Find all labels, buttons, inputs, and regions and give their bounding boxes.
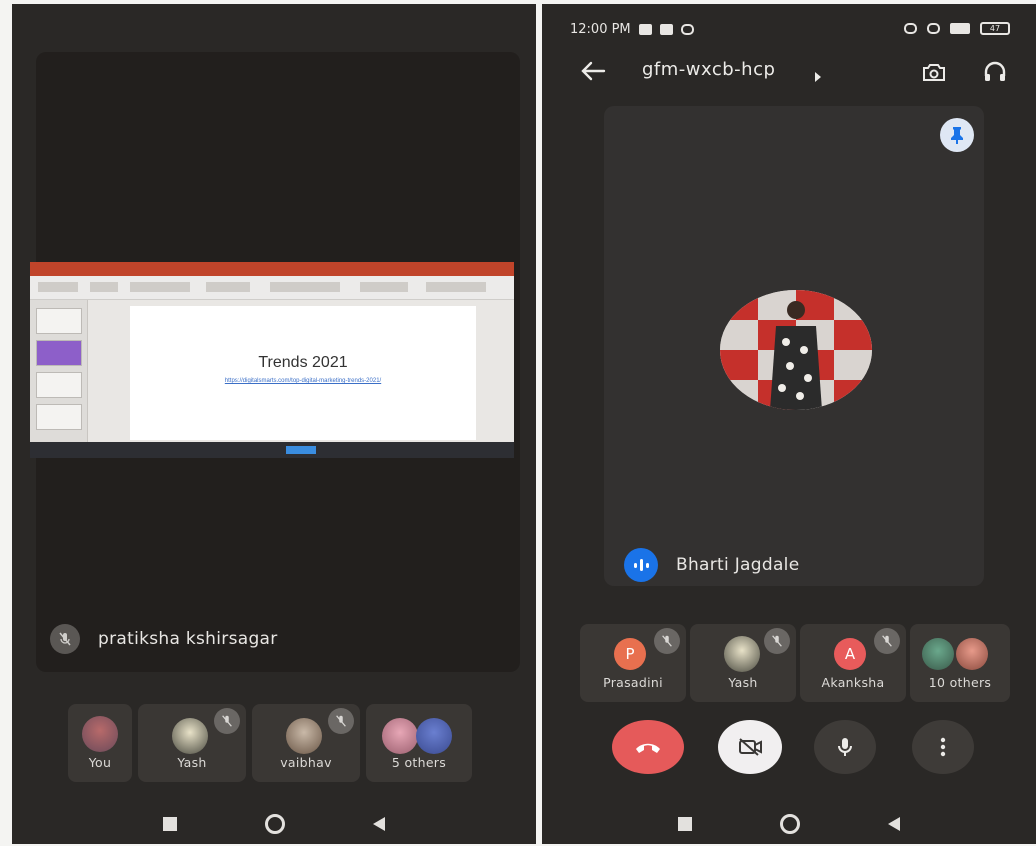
participant-name: 10 others bbox=[928, 675, 992, 690]
participant-tile-you[interactable]: You bbox=[68, 704, 132, 782]
participant-tile-vaibhav[interactable]: vaibhav bbox=[252, 704, 360, 782]
ppt-slide-canvas: Trends 2021 https://digitalsmarts.com/to… bbox=[130, 306, 476, 440]
speaker-name: Bharti Jagdale bbox=[676, 555, 800, 575]
participant-tile-yash[interactable]: Yash bbox=[138, 704, 246, 782]
android-nav-bar bbox=[542, 812, 1036, 836]
participant-name: You bbox=[88, 755, 112, 770]
speaking-icon bbox=[624, 548, 658, 582]
presenter-name: pratiksha kshirsagar bbox=[98, 629, 278, 649]
end-call-icon bbox=[636, 743, 660, 753]
active-speaker-tile[interactable]: Bharti Jagdale bbox=[604, 106, 984, 586]
presenter-label: pratiksha kshirsagar bbox=[50, 624, 278, 654]
avatar bbox=[382, 718, 418, 754]
home-icon[interactable] bbox=[265, 814, 285, 834]
camera-toggle-button[interactable] bbox=[718, 720, 782, 774]
avatar bbox=[724, 636, 760, 672]
participant-name: Yash bbox=[177, 755, 207, 770]
recents-icon[interactable] bbox=[678, 817, 692, 831]
back-icon[interactable] bbox=[888, 817, 900, 831]
avatar bbox=[956, 638, 988, 670]
participant-name: vaibhav bbox=[280, 755, 332, 770]
participant-tile-others[interactable]: 5 others bbox=[366, 704, 472, 782]
slide-thumbnail bbox=[36, 308, 82, 334]
sync-icon bbox=[680, 24, 694, 35]
ppt-taskbar bbox=[30, 442, 514, 458]
right-phone-screen: 12:00 PM 47 gfm-wxcb-hcp Bharti Jagdale … bbox=[542, 4, 1036, 844]
notification-icon bbox=[659, 24, 673, 35]
meet-app-bar: gfm-wxcb-hcp bbox=[542, 52, 1036, 92]
participant-name: 5 others bbox=[391, 755, 447, 770]
battery-icon: 47 bbox=[980, 22, 1010, 35]
status-time: 12:00 PM bbox=[570, 22, 631, 37]
left-phone-screen: Trends 2021 https://digitalsmarts.com/to… bbox=[12, 4, 536, 844]
headphones-icon[interactable] bbox=[982, 60, 1008, 88]
camera-off-icon bbox=[739, 738, 762, 756]
participant-tile-others[interactable]: 10 others bbox=[910, 624, 1010, 702]
headset-icon bbox=[904, 23, 917, 34]
mic-off-icon bbox=[654, 628, 680, 654]
mic-off-icon bbox=[328, 708, 354, 734]
slide-thumbnail bbox=[36, 372, 82, 398]
switch-camera-icon[interactable] bbox=[920, 60, 948, 88]
back-arrow-icon[interactable] bbox=[580, 60, 606, 86]
avatar bbox=[286, 718, 322, 754]
android-nav-bar bbox=[12, 812, 536, 836]
avatar: P bbox=[614, 638, 646, 670]
status-bar: 12:00 PM 47 bbox=[570, 22, 1010, 42]
shared-screen-presentation: Trends 2021 https://digitalsmarts.com/to… bbox=[30, 262, 514, 458]
signal-icon bbox=[950, 23, 970, 34]
avatar bbox=[416, 718, 452, 754]
participant-tile-yash[interactable]: Yash bbox=[690, 624, 796, 702]
home-icon[interactable] bbox=[780, 814, 800, 834]
slide-thumbnail bbox=[36, 404, 82, 430]
participant-tile-prasadini[interactable]: P Prasadini bbox=[580, 624, 686, 702]
mic-off-icon bbox=[874, 628, 900, 654]
notification-icon bbox=[638, 24, 652, 35]
avatar: A bbox=[834, 638, 866, 670]
participant-name: Yash bbox=[728, 675, 758, 690]
mic-off-icon bbox=[214, 708, 240, 734]
more-vert-icon bbox=[940, 737, 946, 757]
alarm-icon bbox=[927, 23, 940, 34]
participant-name: Prasadini bbox=[603, 675, 663, 690]
ppt-ribbon bbox=[30, 276, 514, 300]
pin-icon[interactable] bbox=[940, 118, 974, 152]
slide-link: https://digitalsmarts.com/top-digital-ma… bbox=[224, 378, 382, 384]
ppt-title-bar bbox=[30, 262, 514, 276]
ppt-slide-thumbnails bbox=[30, 300, 88, 442]
mic-toggle-button[interactable] bbox=[814, 720, 876, 774]
mic-icon bbox=[838, 738, 852, 756]
more-options-button[interactable] bbox=[912, 720, 974, 774]
speaker-avatar bbox=[720, 290, 872, 410]
participant-name: Akanksha bbox=[821, 675, 885, 690]
mic-off-icon bbox=[764, 628, 790, 654]
participant-tile-akanksha[interactable]: A Akanksha bbox=[800, 624, 906, 702]
chevron-right-icon[interactable] bbox=[814, 67, 822, 86]
mic-off-icon bbox=[50, 624, 80, 654]
slide-thumbnail bbox=[36, 340, 82, 366]
end-call-button[interactable] bbox=[612, 720, 684, 774]
speaker-label: Bharti Jagdale bbox=[624, 548, 799, 582]
meeting-code[interactable]: gfm-wxcb-hcp bbox=[642, 59, 775, 80]
avatar bbox=[922, 638, 954, 670]
back-icon[interactable] bbox=[373, 817, 385, 831]
avatar bbox=[82, 716, 118, 752]
recents-icon[interactable] bbox=[163, 817, 177, 831]
avatar bbox=[172, 718, 208, 754]
slide-title: Trends 2021 bbox=[258, 354, 348, 371]
